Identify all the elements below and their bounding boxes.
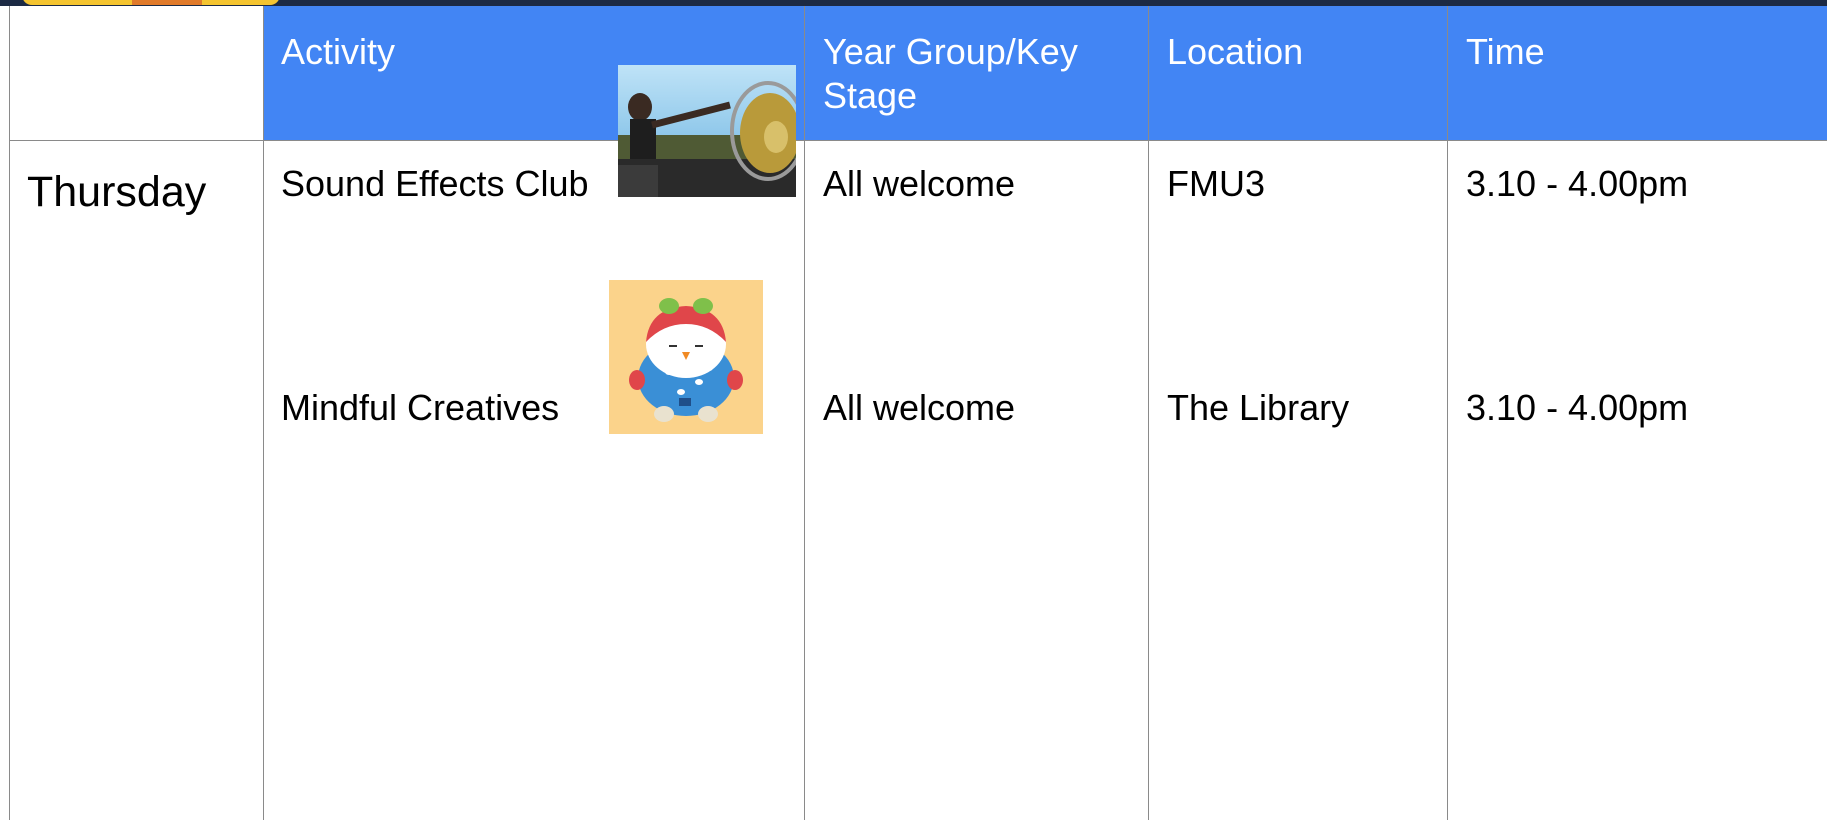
row-2-location: The Library: [1167, 387, 1350, 428]
row-1-activity: Sound Effects Club: [281, 163, 589, 204]
day-label: Thursday: [27, 168, 207, 216]
row-1-location: FMU3: [1167, 163, 1265, 204]
header-divider: [9, 140, 1827, 141]
row-1-time: 3.10 - 4.00pm: [1466, 163, 1689, 204]
header-location: Location: [1167, 31, 1304, 72]
row-2-activity: Mindful Creatives: [281, 387, 560, 428]
row-2-time: 3.10 - 4.00pm: [1466, 387, 1689, 428]
grid-line: [1148, 6, 1149, 820]
grid-line: [263, 6, 264, 820]
header-activity: Activity: [281, 31, 396, 72]
header-year-group: Year Group/Key Stage: [823, 31, 1078, 116]
header-time: Time: [1466, 31, 1545, 72]
penguin-illustration: [609, 280, 763, 434]
logo-mark: [132, 0, 202, 5]
activities-table: Activity Year Group/Key Stage Location T…: [9, 6, 1827, 820]
gong-photo: [618, 65, 796, 197]
row-2-year-group: All welcome: [823, 387, 1016, 428]
logo-fragment: [22, 0, 280, 5]
grid-line: [9, 6, 10, 820]
row-1-year-group: All welcome: [823, 163, 1016, 204]
grid-line: [1447, 6, 1448, 820]
grid-line: [804, 6, 805, 820]
